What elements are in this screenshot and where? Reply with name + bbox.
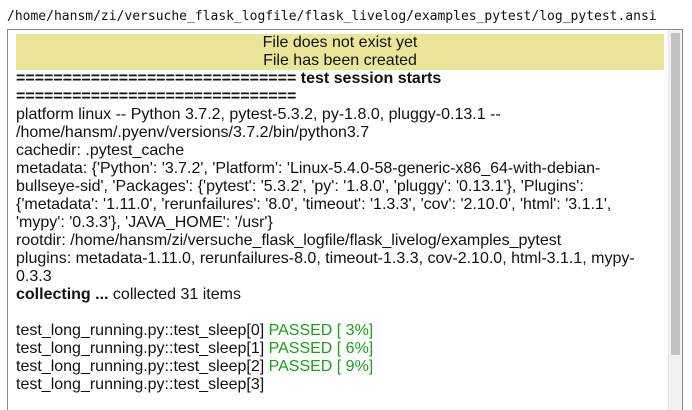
log-content: File does not exist yet File has been cr… — [16, 34, 664, 394]
test-name: test_long_running.py::test_sleep[2] — [16, 358, 265, 375]
test-status: PASSED [ 3%] — [264, 322, 374, 339]
platform-line: platform linux -- Python 3.7.2, pytest-5… — [16, 106, 506, 141]
vertical-scrollbar[interactable] — [668, 30, 682, 410]
test-name: test_long_running.py::test_sleep[3] — [16, 376, 265, 393]
collecting-line: collecting ... collected 31 items — [16, 286, 664, 304]
test-status: PASSED [ 9%] — [264, 358, 374, 375]
test-status: PASSED [ 6%] — [264, 340, 374, 357]
test-name: test_long_running.py::test_sleep[0] — [16, 322, 265, 339]
session-header: ============================== test sess… — [16, 70, 446, 105]
cachedir-line: cachedir: .pytest_cache — [16, 142, 185, 159]
rootdir-line: rootdir: /home/hansm/zi/versuche_flask_l… — [16, 232, 562, 249]
log-viewer[interactable]: File does not exist yet File has been cr… — [7, 29, 683, 410]
plugins-line: plugins: metadata-1.11.0, rerunfailures-… — [16, 250, 635, 285]
banner-line-created: File has been created — [263, 52, 417, 69]
collecting-label: collecting ... — [16, 286, 109, 303]
metadata-line: metadata: {'Python': '3.7.2', 'Platform'… — [16, 160, 616, 231]
status-banner: File does not exist yet File has been cr… — [16, 34, 664, 70]
test-result-row: test_long_running.py::test_sleep[1] PASS… — [16, 340, 664, 358]
scrollbar-thumb[interactable] — [671, 33, 680, 355]
test-name: test_long_running.py::test_sleep[1] — [16, 340, 265, 357]
banner-line-not-exist: File does not exist yet — [262, 34, 418, 51]
collected-count: collected 31 items — [108, 286, 241, 303]
file-path: /home/hansm/zi/versuche_flask_logfile/fl… — [7, 9, 657, 24]
test-result-row: test_long_running.py::test_sleep[3] — [16, 376, 664, 394]
test-result-row: test_long_running.py::test_sleep[0] PASS… — [16, 322, 664, 340]
test-result-row: test_long_running.py::test_sleep[2] PASS… — [16, 358, 664, 376]
